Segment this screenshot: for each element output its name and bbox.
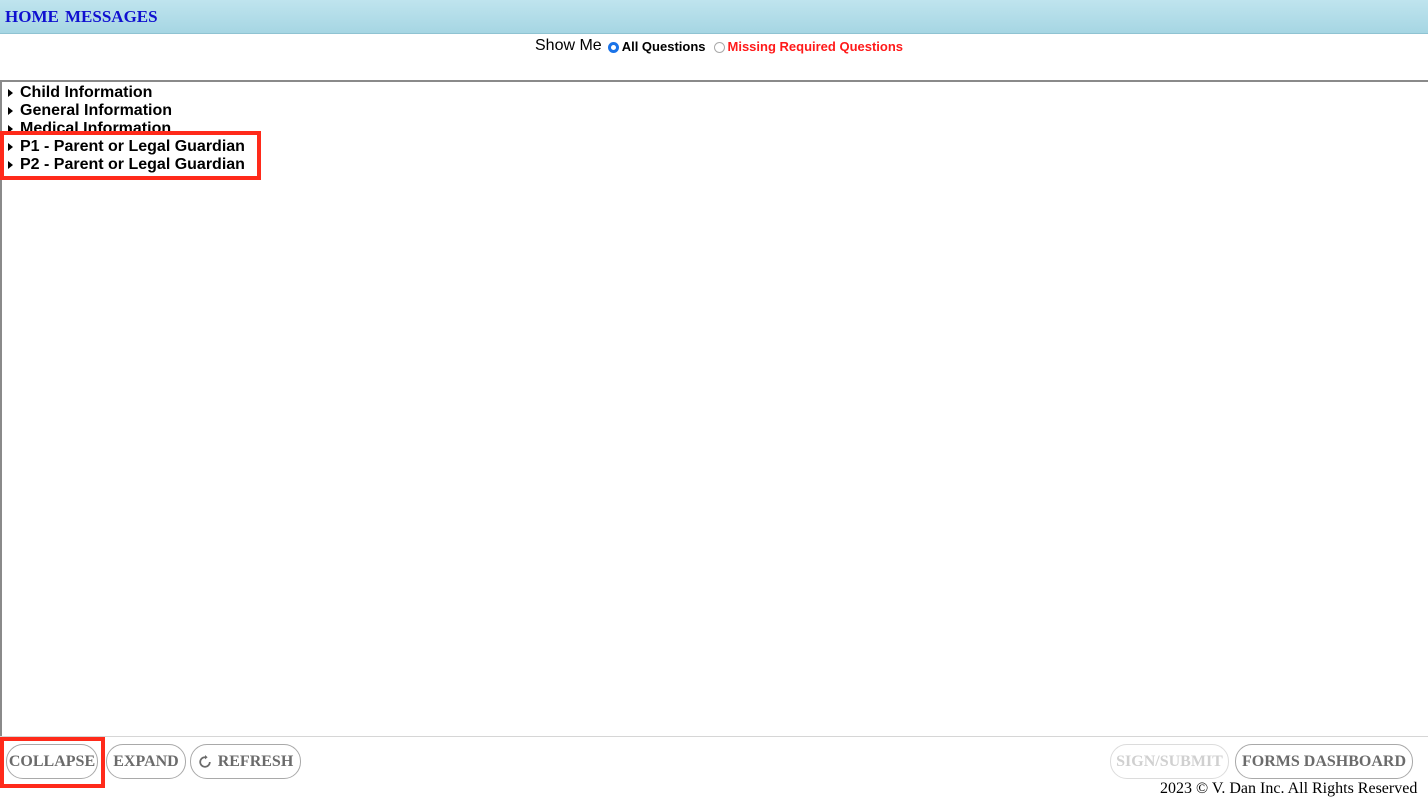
expand-triangle-icon[interactable]	[8, 89, 13, 97]
all-questions-label[interactable]: All Questions	[622, 39, 706, 54]
tree-node-p1-parent-guardian[interactable]: P1 - Parent or Legal Guardian	[8, 138, 245, 156]
expand-triangle-icon[interactable]	[8, 143, 13, 151]
tree-node-general-information[interactable]: General Information	[8, 102, 245, 120]
copyright-text: 2023 © V. Dan Inc. All Rights Reserved	[1160, 780, 1418, 797]
show-me-filter: Show Me All Questions Missing Required Q…	[535, 36, 911, 56]
refresh-button[interactable]: REFRESH	[190, 744, 301, 779]
forms-dashboard-button[interactable]: FORMS DASHBOARD	[1235, 744, 1413, 779]
expand-triangle-icon[interactable]	[8, 125, 13, 133]
tree-node-label[interactable]: General Information	[20, 102, 172, 120]
expand-triangle-icon[interactable]	[8, 107, 13, 115]
tree-node-child-information[interactable]: Child Information	[8, 84, 245, 102]
tree-node-label[interactable]: Child Information	[20, 84, 152, 102]
show-me-label: Show Me	[535, 37, 602, 54]
messages-link[interactable]: MESSAGES	[65, 7, 158, 27]
tree-node-label[interactable]: P1 - Parent or Legal Guardian	[20, 138, 245, 156]
collapse-button[interactable]: COLLAPSE	[6, 744, 98, 779]
tree-node-label[interactable]: P2 - Parent or Legal Guardian	[20, 156, 245, 174]
tree-node-label[interactable]: Medical Information	[20, 120, 171, 138]
expand-triangle-icon[interactable]	[8, 161, 13, 169]
refresh-label: REFRESH	[217, 752, 294, 770]
tree-node-p2-parent-guardian[interactable]: P2 - Parent or Legal Guardian	[8, 156, 245, 174]
missing-required-label[interactable]: Missing Required Questions	[728, 39, 904, 54]
missing-required-radio[interactable]	[713, 41, 725, 53]
section-tree: Child Information General Information Me…	[8, 84, 245, 174]
all-questions-radio[interactable]	[607, 41, 619, 53]
top-nav-bar: HOME MESSAGES	[0, 0, 1428, 34]
sign-submit-button[interactable]: SIGN/SUBMIT	[1110, 744, 1229, 779]
tree-node-medical-information[interactable]: Medical Information	[8, 120, 245, 138]
refresh-icon	[199, 754, 211, 768]
home-link[interactable]: HOME	[5, 7, 59, 27]
expand-button[interactable]: EXPAND	[106, 744, 186, 779]
form-tree-panel: Child Information General Information Me…	[0, 80, 1428, 736]
